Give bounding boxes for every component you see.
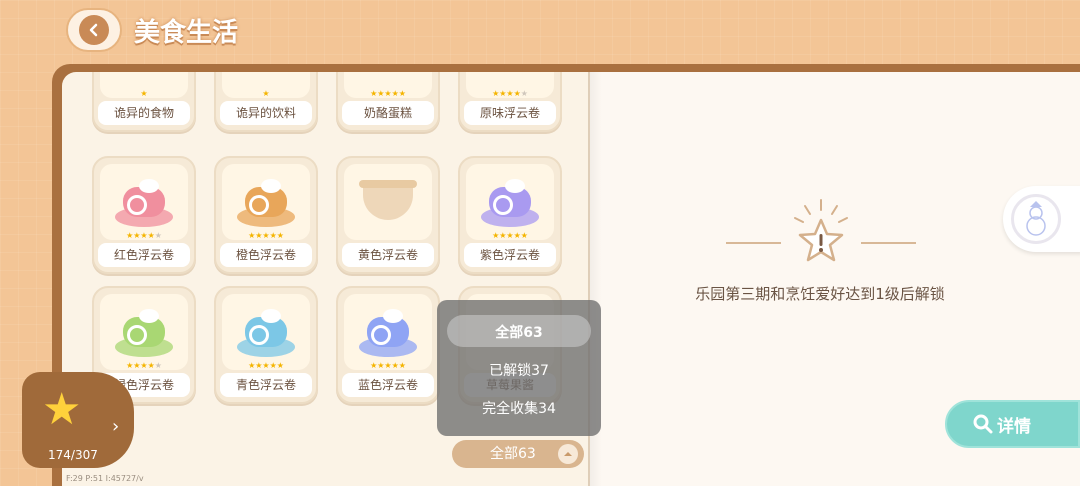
food-card[interactable]: ★★★★★ 原味浮云卷: [458, 72, 562, 132]
filter-option-all[interactable]: 全部63: [437, 322, 601, 342]
filter-option-unlocked[interactable]: 已解锁37: [437, 360, 601, 380]
search-icon: [973, 414, 993, 434]
collection-progress-button[interactable]: ★ 174/307 ›: [22, 372, 134, 468]
star-rating: ★★★★★: [248, 361, 284, 370]
food-name: 黄色浮云卷: [342, 243, 434, 267]
food-card[interactable]: ★★★★★ 蓝色浮云卷: [336, 286, 440, 404]
chevron-right-icon: ›: [112, 416, 120, 437]
star-rating: ★★★★★: [370, 89, 406, 98]
food-card[interactable]: ★★★★★ 青色浮云卷: [214, 286, 318, 404]
food-image: [222, 164, 310, 240]
star-rating: ★★★★★: [492, 231, 528, 240]
star-rating: ★★★★★: [492, 89, 528, 98]
star-rating: ★★★★★: [248, 231, 284, 240]
food-card[interactable]: 黄色浮云卷: [336, 156, 440, 274]
filter-dropdown: 全部63 已解锁37 完全收集34: [437, 300, 601, 436]
back-arrow-icon: [79, 15, 109, 45]
star-rating: ★: [140, 89, 148, 98]
food-card[interactable]: ★★★★★ 奶酪蛋糕: [336, 72, 440, 132]
filter-button[interactable]: 全部63: [452, 440, 584, 468]
divider-left: [726, 242, 781, 244]
locked-star-illustration: [726, 196, 916, 276]
star-icon: ★: [42, 384, 82, 435]
food-name: 蓝色浮云卷: [342, 373, 434, 397]
food-name: 诡异的食物: [98, 101, 190, 125]
page-title: 美食生活: [134, 17, 239, 48]
star-rating: ★★★★★: [126, 361, 162, 370]
bowl-icon: [359, 180, 417, 220]
exclamation-star-icon: [794, 199, 848, 262]
food-name: 红色浮云卷: [98, 243, 190, 267]
star-rating: ★★★★★: [126, 231, 162, 240]
food-card[interactable]: ★★★★★ 紫色浮云卷: [458, 156, 562, 274]
star-rating: ★★★★★: [370, 361, 406, 370]
lock-message: 乐园第三期和烹饪爱好达到1级后解锁: [695, 285, 945, 303]
debug-overlay: F:29 P:51 I:45727/v: [66, 474, 144, 483]
theme-toggle-button[interactable]: [1003, 186, 1080, 252]
food-card[interactable]: ★ 诡异的饮料: [214, 72, 318, 132]
star-rating: ★: [262, 89, 270, 98]
food-image: [344, 164, 432, 240]
header: 美食生活: [66, 8, 238, 52]
divider-right: [861, 242, 916, 244]
food-card[interactable]: ★★★★★ 橙色浮云卷: [214, 156, 318, 274]
food-image: [222, 294, 310, 370]
chevron-up-icon: [558, 444, 578, 464]
food-image: [100, 294, 188, 370]
detail-button-label: 详情: [997, 416, 1031, 437]
food-image: [344, 294, 432, 370]
collection-count: 174/307: [48, 448, 98, 462]
food-name: 原味浮云卷: [464, 101, 556, 125]
filter-option-complete[interactable]: 完全收集34: [437, 398, 601, 418]
food-card[interactable]: ★ 诡异的食物: [92, 72, 196, 132]
back-button[interactable]: [66, 8, 122, 52]
food-name: 橙色浮云卷: [220, 243, 312, 267]
food-name: 青色浮云卷: [220, 373, 312, 397]
food-name: 奶酪蛋糕: [342, 101, 434, 125]
food-name: 紫色浮云卷: [464, 243, 556, 267]
food-card[interactable]: ★★★★★ 红色浮云卷: [92, 156, 196, 274]
food-image: [466, 164, 554, 240]
filter-button-label: 全部63: [490, 446, 536, 462]
snowman-icon: [1011, 194, 1061, 244]
food-image: [100, 164, 188, 240]
food-name: 诡异的饮料: [220, 101, 312, 125]
detail-button[interactable]: 详情: [945, 400, 1080, 448]
